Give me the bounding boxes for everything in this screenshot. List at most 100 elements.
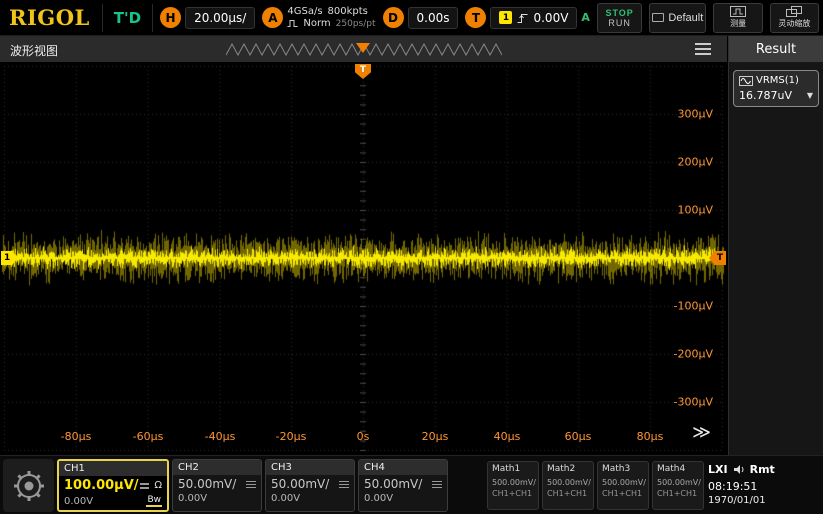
sample-rate: 4GSa/s xyxy=(287,6,322,17)
bandwidth-badge: Bw xyxy=(146,495,162,507)
ch4-offset: 0.00V xyxy=(364,493,393,504)
math4-panel[interactable]: Math4 500.00mV/ CH1+CH1 xyxy=(652,461,704,510)
channel-panel-ch4[interactable]: CH4 50.00mV/ 0.00V xyxy=(358,459,448,512)
v-axis-label: 300μV xyxy=(677,108,713,121)
v-axis-label: -200μV xyxy=(674,348,714,361)
ch4-scale: 50.00mV/ xyxy=(364,477,422,491)
v-axis-label: 200μV xyxy=(677,156,713,169)
trigger-source-badge: 1 xyxy=(499,11,512,24)
t-axis-label: 80μs xyxy=(637,430,664,443)
waveform-display[interactable]: 300μV 200μV 100μV -100μV -200μV -300μV -… xyxy=(0,62,727,455)
trigger-icon: T xyxy=(465,7,486,28)
t-axis-label: -60μs xyxy=(133,430,164,443)
square-wave-icon xyxy=(287,19,298,28)
expand-menu-icon[interactable]: ≫ xyxy=(692,422,711,443)
rising-edge-icon xyxy=(517,12,528,24)
math1-name: Math1 xyxy=(492,464,534,474)
status-block: LXI Rmt 08:19:51 1970/01/01 xyxy=(708,463,820,506)
ch4-name: CH4 xyxy=(364,462,385,473)
rigol-knob-logo[interactable] xyxy=(3,459,54,512)
math1-panel[interactable]: Math1 500.00mV/ CH1+CH1 xyxy=(487,461,539,510)
math2-expr: CH1+CH1 xyxy=(547,489,589,498)
math4-name: Math4 xyxy=(657,464,699,474)
view-title[interactable]: 波形视图 xyxy=(10,42,58,59)
default-button[interactable]: Default xyxy=(649,3,706,33)
math3-panel[interactable]: Math3 500.00mV/ CH1+CH1 xyxy=(597,461,649,510)
channel-panel-ch3[interactable]: CH3 50.00mV/ 0.00V xyxy=(265,459,355,512)
ch1-offset: 0.00V xyxy=(64,496,93,507)
timebase-value: 20.00μs/ xyxy=(185,7,255,29)
t-axis-label: 20μs xyxy=(422,430,449,443)
ch3-offset: 0.00V xyxy=(271,493,300,504)
v-axis-label: -300μV xyxy=(674,396,714,409)
ch2-name: CH2 xyxy=(178,462,199,473)
waveform-canvas[interactable] xyxy=(0,62,727,455)
math3-scale: 500.00mV/ xyxy=(602,478,644,487)
trigger-status-badge: T'D xyxy=(102,4,153,32)
run-label: RUN xyxy=(608,18,631,28)
ch2-scale: 50.00mV/ xyxy=(178,477,236,491)
acquisition-info: 4GSa/s 800kpts Norm 250ps/pt xyxy=(287,6,375,29)
result-value: 16.787uV xyxy=(739,89,792,102)
t-axis-label: 40μs xyxy=(494,430,521,443)
rigol-logo: RIGOL xyxy=(4,5,95,30)
coupling-icon xyxy=(140,483,149,485)
lxi-label: LXI xyxy=(708,463,728,476)
math4-scale: 500.00mV/ xyxy=(657,478,699,487)
measure-button[interactable]: 测量 xyxy=(713,3,762,33)
ch1-name: CH1 xyxy=(64,463,85,474)
t-axis-label: 60μs xyxy=(565,430,592,443)
ch2-offset: 0.00V xyxy=(178,493,207,504)
trigger-sweep-indicator: A xyxy=(581,11,590,24)
acq-mode: Norm xyxy=(303,18,330,29)
zoom-label: 灵动缩放 xyxy=(778,18,810,29)
trigger-level: 0.00V xyxy=(533,11,568,25)
math3-expr: CH1+CH1 xyxy=(602,489,644,498)
impedance-label: Ω xyxy=(154,480,162,491)
memory-depth: 800kpts xyxy=(328,6,368,17)
waveform-toolbar: 波形视图 xyxy=(0,36,727,62)
ch3-name: CH3 xyxy=(271,462,292,473)
measure-icon xyxy=(730,6,746,17)
math2-panel[interactable]: Math2 500.00mV/ CH1+CH1 xyxy=(542,461,594,510)
math1-expr: CH1+CH1 xyxy=(492,489,534,498)
stop-run-button[interactable]: STOP RUN xyxy=(597,3,642,33)
horizontal-settings[interactable]: H 20.00μs/ xyxy=(160,7,255,29)
measurement-icon xyxy=(739,76,753,86)
default-icon xyxy=(652,13,664,22)
trigger-settings[interactable]: T 1 0.00V A xyxy=(465,7,589,29)
dropdown-caret-icon[interactable]: ▼ xyxy=(807,91,813,100)
speaker-icon[interactable] xyxy=(733,464,745,475)
rmt-label: Rmt xyxy=(750,463,775,476)
v-axis-label: -100μV xyxy=(674,300,714,313)
t-axis-label: -80μs xyxy=(61,430,92,443)
delay-settings[interactable]: D 0.00s xyxy=(383,7,459,29)
bottombar: CH1 100.00μV/ Ω 0.00V Bw CH2 50.00mV/ 0.… xyxy=(0,455,823,514)
acquisition-icon: A xyxy=(262,7,283,28)
clock-date: 1970/01/01 xyxy=(708,495,820,506)
menu-icon[interactable] xyxy=(695,43,711,45)
t-axis-label: -20μs xyxy=(276,430,307,443)
result-item[interactable]: VRMS(1) 16.787uV ▼ xyxy=(733,70,819,107)
t-axis-label: 0s xyxy=(357,430,370,443)
horizontal-icon: H xyxy=(160,7,181,28)
channel-menu-icon xyxy=(246,481,256,482)
math2-name: Math2 xyxy=(547,464,589,474)
timebase-position-strip[interactable] xyxy=(226,40,502,58)
zoom-icon xyxy=(786,6,802,17)
zoom-button[interactable]: 灵动缩放 xyxy=(770,3,819,33)
stop-label: STOP xyxy=(605,8,633,18)
v-axis-label: 100μV xyxy=(677,204,713,217)
sample-resolution: 250ps/pt xyxy=(336,19,376,29)
acquisition-settings[interactable]: A 4GSa/s 800kpts Norm 250ps/pt xyxy=(262,6,375,29)
clock-time: 08:19:51 xyxy=(708,480,820,493)
ch3-scale: 50.00mV/ xyxy=(271,477,329,491)
gear-icon xyxy=(12,469,46,503)
delay-icon: D xyxy=(383,7,404,28)
topbar: RIGOL T'D H 20.00μs/ A 4GSa/s 800kpts No… xyxy=(0,0,823,36)
measure-label: 测量 xyxy=(730,18,746,29)
channel-panel-ch2[interactable]: CH2 50.00mV/ 0.00V xyxy=(172,459,262,512)
channel-panel-ch1[interactable]: CH1 100.00μV/ Ω 0.00V Bw xyxy=(57,459,169,512)
math1-scale: 500.00mV/ xyxy=(492,478,534,487)
math3-name: Math3 xyxy=(602,464,644,474)
